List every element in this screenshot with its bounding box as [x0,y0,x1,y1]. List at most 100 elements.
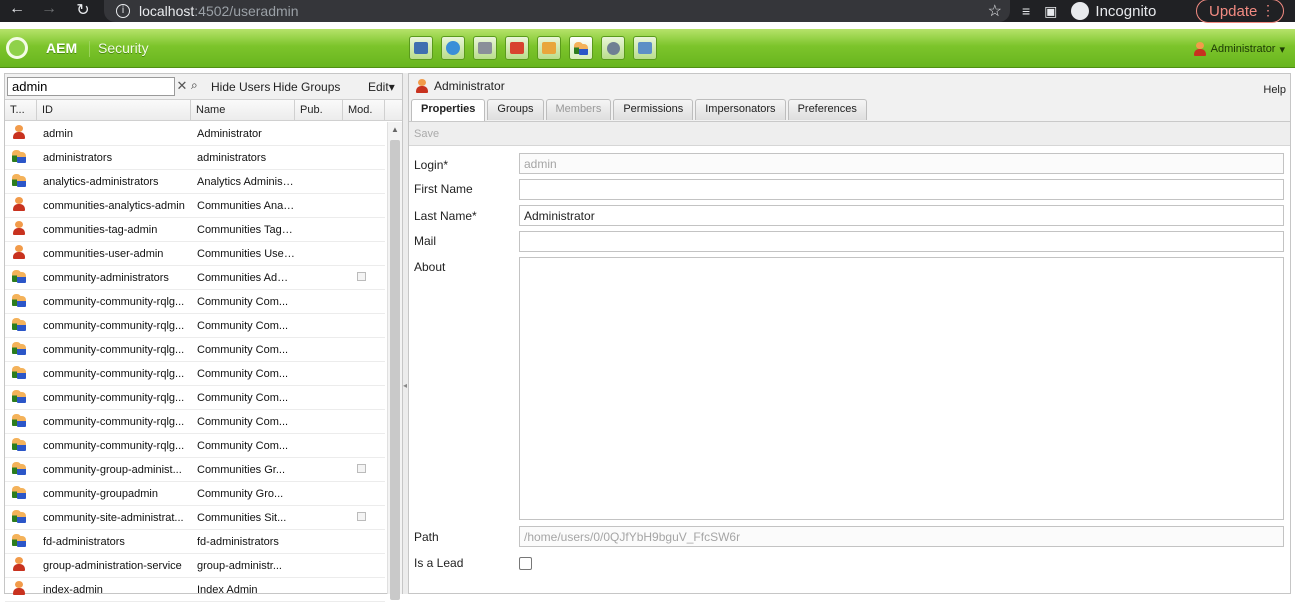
hide-groups-button[interactable]: Hide Groups [273,80,340,94]
id-cell: group-administration-service [43,559,182,572]
clear-search-icon[interactable]: ✕ [175,78,189,95]
type-cell [5,509,37,526]
table-row[interactable]: community-community-rqlg... Community Com… [5,386,385,410]
group-icon [12,485,26,499]
incognito-indicator[interactable]: Incognito [1071,2,1156,20]
search-icon[interactable]: ⌕ [191,78,205,95]
list-scrollbar[interactable]: ▲ [387,122,402,600]
modified-checkbox-icon [357,511,366,521]
megaphone-icon[interactable] [505,36,529,60]
column-id[interactable]: ID [37,100,191,120]
table-row[interactable]: community-community-rqlg... Community Com… [5,410,385,434]
tab-permissions[interactable]: Permissions [613,99,694,120]
last-name-field[interactable] [519,205,1284,226]
mail-icon[interactable] [537,36,561,60]
update-button[interactable]: Update ⋮ [1196,0,1284,23]
table-row[interactable]: index-admin Index Admin [5,578,385,602]
section-title: Security [98,40,149,56]
tab-groups[interactable]: Groups [487,99,544,120]
column-modified[interactable]: Mod. [343,100,385,120]
about-field[interactable] [519,257,1284,520]
group-icon [12,509,26,523]
network-icon[interactable] [409,36,433,60]
table-row[interactable]: administrators administrators [5,146,385,170]
address-bar[interactable]: i localhost:4502/useradmin ☆ [104,0,1010,22]
header-divider [89,41,90,57]
reload-icon[interactable]: ↻ [72,0,94,20]
user-menu[interactable]: Administrator ▾ [1193,42,1285,56]
aem-brand[interactable]: AEM [46,40,77,56]
authorizable-list-panel: ✕ ⌕ Hide Users Hide Groups Edit▾ T... ID… [4,73,403,602]
incognito-icon [1071,2,1090,20]
id-cell: communities-user-admin [43,247,164,260]
tab-members[interactable]: Members [545,99,612,120]
column-name[interactable]: Name [191,100,295,120]
more-menu-icon[interactable]: ⋮ [1261,2,1275,19]
name-cell: Community Com... [197,439,289,452]
table-row[interactable]: communities-analytics-admin Communities A… [5,194,385,218]
list-toolbar: ✕ ⌕ Hide Users Hide Groups Edit▾ [5,74,402,100]
bookmark-star-icon[interactable]: ☆ [988,1,1002,21]
table-row[interactable]: community-site-administrat... Communities… [5,506,385,530]
group-icon [12,389,26,403]
collapse-arrow-icon[interactable]: ◂ [403,381,407,390]
first-name-field[interactable] [519,179,1284,200]
site-info-icon[interactable]: i [116,4,130,18]
tab-preferences[interactable]: Preferences [787,99,867,120]
back-arrow-icon[interactable]: ← [6,0,28,18]
table-row[interactable]: community-community-rqlg... Community Com… [5,290,385,314]
id-cell: fd-administrators [43,535,125,548]
url-host: localhost [139,3,195,19]
table-row[interactable]: admin Administrator [5,122,385,146]
is-lead-checkbox[interactable] [519,557,532,570]
side-panel-icon[interactable]: ▣ [1044,3,1057,20]
table-row[interactable]: community-community-rqlg... Community Com… [5,362,385,386]
tags-icon[interactable] [633,36,657,60]
help-link[interactable]: Help [1263,84,1286,96]
table-row[interactable]: community-community-rqlg... Community Com… [5,338,385,362]
table-row[interactable]: community-community-rqlg... Community Com… [5,434,385,458]
table-row[interactable]: community-administrators Communities Admi… [5,266,385,290]
id-cell: analytics-administrators [43,175,159,188]
table-row[interactable]: community-groupadmin Community Gro... [5,482,385,506]
tab-impersonators[interactable]: Impersonators [695,99,786,120]
hide-users-button[interactable]: Hide Users [211,80,270,94]
users-glyph-icon [574,41,588,55]
table-row[interactable]: communities-tag-admin Communities Tag Adm… [5,218,385,242]
globe-icon[interactable] [441,36,465,60]
path-field[interactable] [519,526,1284,547]
scroll-thumb[interactable] [390,140,400,600]
tab-properties[interactable]: Properties [411,99,486,121]
table-row[interactable]: fd-administrators fd-administrators [5,530,385,554]
console-toolbar [409,36,657,60]
save-button[interactable]: Save [414,128,439,140]
table-row[interactable]: community-group-administ... Communities G… [5,458,385,482]
mail-field[interactable] [519,231,1284,252]
first-name-label: First Name [414,182,473,196]
group-icon [12,173,26,187]
table-row[interactable]: group-administration-service group-admini… [5,554,385,578]
forward-arrow-icon[interactable]: → [38,0,60,18]
mail-label: Mail [414,234,437,248]
edit-menu-button[interactable]: Edit▾ [368,80,395,94]
user-icon [12,221,26,235]
users-icon[interactable] [569,36,593,60]
column-published[interactable]: Pub. [295,100,343,120]
user-icon [12,581,26,595]
gears-icon[interactable] [601,36,625,60]
table-row[interactable]: analytics-administrators Analytics Admini… [5,170,385,194]
column-type[interactable]: T... [5,100,37,120]
name-cell: Analytics Administrators [197,175,295,188]
search-input[interactable] [7,77,175,96]
table-row[interactable]: community-community-rqlg... Community Com… [5,314,385,338]
camera-icon[interactable] [473,36,497,60]
aem-logo-icon[interactable] [6,37,28,59]
reading-list-icon[interactable]: ≡ [1022,3,1030,19]
modified-cell [343,271,385,284]
login-field[interactable] [519,153,1284,174]
table-row[interactable]: communities-user-admin Communities User A… [5,242,385,266]
scroll-up-icon[interactable]: ▲ [391,125,399,134]
user-icon [12,197,26,211]
id-cell: community-group-administ... [43,463,182,476]
browser-tray: ≡ ▣ Incognito [1022,0,1156,22]
